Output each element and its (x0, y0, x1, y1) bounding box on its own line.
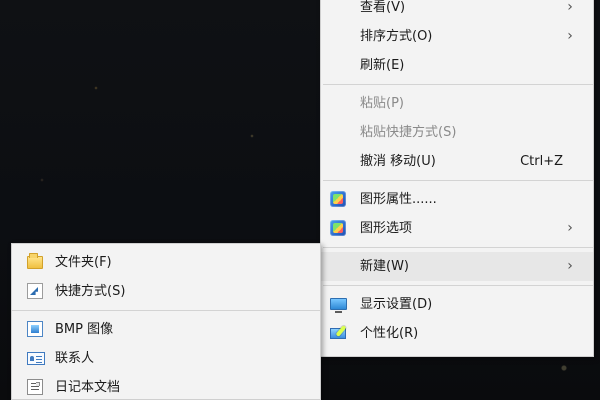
graphics-properties-menu-label: 图形属性...... (360, 192, 437, 207)
undo-shortcut-text: Ctrl+Z (520, 154, 563, 169)
display-settings-icon (330, 298, 347, 313)
chevron-right-icon: › (567, 28, 573, 44)
menu-separator (323, 285, 593, 286)
menu-separator (323, 247, 593, 248)
personalize-icon (330, 325, 348, 341)
bmp-image-icon (27, 321, 43, 337)
view-menu-label: 查看(V) (360, 0, 406, 15)
graphics-options-menu-label: 图形选项 (360, 221, 413, 236)
personalize-menu-label: 个性化(R) (360, 326, 419, 341)
sort-by-menu-item[interactable]: 排序方式(O) › (321, 22, 593, 51)
new-bmp-image-menu-item[interactable]: BMP 图像 (12, 315, 320, 344)
sort-by-menu-label: 排序方式(O) (360, 29, 433, 44)
paste-menu-label: 粘贴(P) (360, 96, 404, 111)
new-folder-menu-label: 文件夹(F) (55, 255, 112, 270)
personalize-menu-item[interactable]: 个性化(R) (321, 319, 593, 348)
paste-menu-item[interactable]: 粘贴(P) (321, 89, 593, 118)
graphics-options-menu-item[interactable]: 图形选项 › (321, 214, 593, 243)
menu-separator (12, 310, 320, 311)
contact-icon (27, 352, 45, 365)
chevron-right-icon: › (567, 0, 573, 15)
new-contact-menu-label: 联系人 (55, 351, 95, 366)
undo-move-menu-item[interactable]: 撤消 移动(U) Ctrl+Z (321, 147, 593, 176)
graphics-properties-menu-item[interactable]: 图形属性...... (321, 185, 593, 214)
chevron-right-icon: › (567, 220, 573, 236)
undo-move-menu-label: 撤消 移动(U) (360, 154, 436, 169)
journal-document-icon (27, 379, 43, 395)
graphics-options-icon (330, 220, 346, 236)
refresh-menu-item[interactable]: 刷新(E) (321, 51, 593, 80)
new-contact-menu-item[interactable]: 联系人 (12, 344, 320, 373)
refresh-menu-label: 刷新(E) (360, 58, 405, 73)
paste-shortcut-menu-item[interactable]: 粘贴快捷方式(S) (321, 118, 593, 147)
graphics-properties-icon (330, 191, 346, 207)
paste-shortcut-menu-label: 粘贴快捷方式(S) (360, 125, 457, 140)
shortcut-icon (27, 283, 43, 299)
new-menu-item[interactable]: 新建(W) › (321, 252, 593, 281)
menu-separator (323, 180, 593, 181)
new-journal-document-menu-item[interactable]: 日记本文档 (12, 373, 320, 400)
menu-separator (323, 84, 593, 85)
new-menu-label: 新建(W) (360, 259, 409, 274)
folder-icon (27, 253, 43, 269)
new-bmp-image-menu-label: BMP 图像 (55, 322, 114, 337)
desktop-context-menu: 查看(V) › 排序方式(O) › 刷新(E) 粘贴(P) 粘贴快捷方式(S) … (320, 0, 594, 357)
new-journal-document-menu-label: 日记本文档 (55, 380, 121, 395)
new-submenu: 文件夹(F) 快捷方式(S) BMP 图像 联系人 日记本文档 (11, 243, 321, 400)
new-shortcut-menu-label: 快捷方式(S) (55, 284, 126, 299)
display-settings-menu-label: 显示设置(D) (360, 297, 433, 312)
display-settings-menu-item[interactable]: 显示设置(D) (321, 290, 593, 319)
view-menu-item[interactable]: 查看(V) › (321, 0, 593, 22)
chevron-right-icon: › (567, 258, 573, 274)
new-shortcut-menu-item[interactable]: 快捷方式(S) (12, 277, 320, 306)
new-folder-menu-item[interactable]: 文件夹(F) (12, 248, 320, 277)
